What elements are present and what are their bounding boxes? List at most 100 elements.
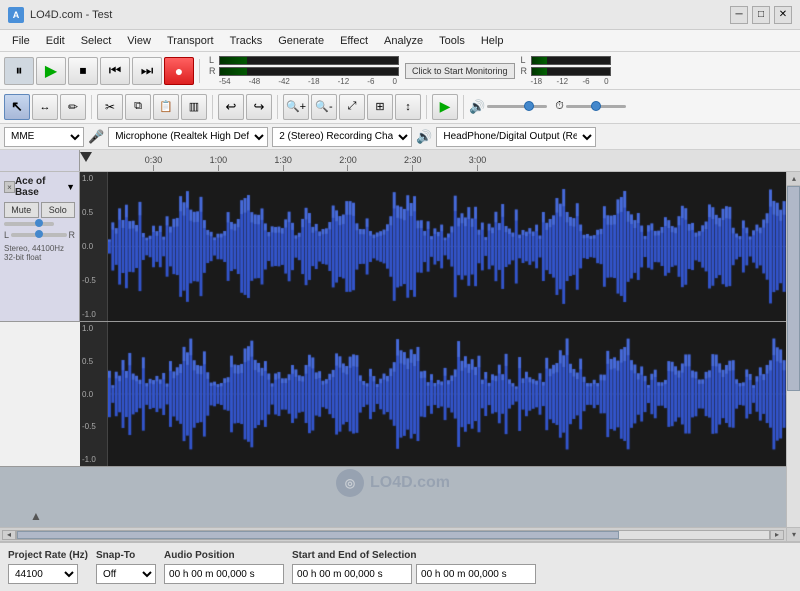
project-rate-select[interactable]: 44100	[8, 564, 78, 584]
tool-redo[interactable]: ↪	[246, 94, 272, 120]
mute-button[interactable]: Mute	[4, 202, 39, 218]
volume-knob[interactable]	[524, 101, 534, 111]
menu-file[interactable]: File	[4, 33, 38, 49]
vscroll-bar[interactable]	[787, 186, 800, 527]
tool-zoom-out[interactable]: 🔍-	[311, 94, 337, 120]
scroll-left-arrow[interactable]: ◂	[2, 530, 16, 540]
hscroll-bar[interactable]	[16, 530, 770, 540]
channels-select[interactable]: 2 (Stereo) Recording Char	[272, 127, 412, 147]
tool-fit-proj[interactable]: ⤢	[339, 94, 365, 120]
waveform-area-bottom: 1.0 0.5 0.0 -0.5 -1.0	[80, 322, 786, 466]
menu-edit[interactable]: Edit	[38, 33, 73, 49]
menu-generate[interactable]: Generate	[270, 33, 332, 49]
window-controls: ─ □ ✕	[730, 6, 792, 24]
audio-pos-input[interactable]	[164, 564, 284, 584]
menu-tracks[interactable]: Tracks	[222, 33, 271, 49]
sep3	[212, 95, 213, 119]
out-meter-row-R: R	[521, 66, 611, 76]
stop-button[interactable]: ⏹	[68, 57, 98, 85]
menu-select[interactable]: Select	[73, 33, 120, 49]
menu-tools[interactable]: Tools	[431, 33, 473, 49]
api-select[interactable]: MME	[4, 127, 84, 147]
gain-slider[interactable]	[4, 222, 54, 226]
track-info: Stereo, 44100Hz 32-bit float	[4, 244, 75, 262]
tool-zoom-tog[interactable]: ↕	[395, 94, 421, 120]
scroll-right-arrow[interactable]: ▸	[770, 530, 784, 540]
waveform-canvas-bottom[interactable]	[108, 322, 786, 466]
tool-select[interactable]: ↔	[32, 94, 58, 120]
pan-knob[interactable]	[35, 230, 43, 238]
project-rate-group: Project Rate (Hz) 44100	[8, 550, 88, 584]
tool-cursor[interactable]: ↖	[4, 94, 30, 120]
level-meter-right	[219, 67, 399, 76]
menu-view[interactable]: View	[119, 33, 159, 49]
play-button[interactable]: ▶	[36, 57, 66, 85]
record-button[interactable]: ●	[164, 57, 194, 85]
meter-row-left: L	[209, 55, 399, 65]
app-icon: A	[8, 7, 24, 23]
ruler-marks-area: 0:30 1:00 1:30 2:00 2:30 3:00	[80, 150, 800, 171]
main-workspace: 0:30 1:00 1:30 2:00 2:30 3:00	[0, 150, 800, 541]
track-menu-btn[interactable]: ▼	[66, 182, 75, 192]
audio-pos-group: Audio Position	[164, 550, 284, 584]
tool-copy[interactable]: ⧉	[125, 94, 151, 120]
ruler-mark-3m: 3:00	[469, 155, 487, 171]
tool-cut[interactable]: ✂	[97, 94, 123, 120]
track-name-row: × Ace of Base ▼	[4, 176, 75, 198]
collapse-button[interactable]: ▲	[30, 509, 42, 523]
menu-transport[interactable]: Transport	[159, 33, 222, 49]
tool-paste[interactable]: 📋	[153, 94, 179, 120]
tool-trim[interactable]: ▥	[181, 94, 207, 120]
output-select[interactable]: HeadPhone/Digital Output (Realt	[436, 127, 596, 147]
waveform-canvas-top[interactable]	[108, 172, 786, 321]
tool-draw[interactable]: ✏	[60, 94, 86, 120]
waveform-bottom-canvas[interactable]	[108, 322, 786, 466]
vscroll-thumb[interactable]	[787, 186, 800, 391]
out-scale: -18 -12 -6 0	[521, 77, 609, 86]
tool-zoom-in[interactable]: 🔍+	[283, 94, 309, 120]
menu-effect[interactable]: Effect	[332, 33, 376, 49]
track-top: × Ace of Base ▼ Mute Solo L	[0, 172, 786, 322]
out-meter-left	[531, 56, 611, 65]
out-meter-row-L: L	[521, 55, 611, 65]
gain-knob[interactable]	[35, 219, 43, 227]
tool-play-short[interactable]: ▶	[432, 94, 458, 120]
tool-undo[interactable]: ↩	[218, 94, 244, 120]
skip-fwd-button[interactable]: ⏭	[132, 57, 162, 85]
pan-slider[interactable]	[11, 233, 66, 237]
volume-slider[interactable]	[487, 105, 547, 108]
ruler-mark-30s: 0:30	[145, 155, 163, 171]
waveform-area-top: 1.0 0.5 0.0 -0.5 -1.0	[80, 172, 786, 321]
tool-fit-sel[interactable]: ⊞	[367, 94, 393, 120]
scroll-up-arrow[interactable]: ▴	[787, 172, 800, 186]
close-button[interactable]: ✕	[774, 6, 792, 24]
track-close-btn[interactable]: ×	[4, 181, 15, 193]
pan-row: L R	[4, 230, 75, 240]
transport-toolbar: ⏸ ▶ ⏹ ⏮ ⏭ ● L R -54 -48 -42 -18 -12 -6 0…	[0, 52, 800, 90]
track-controls-top: × Ace of Base ▼ Mute Solo L	[0, 172, 80, 321]
pause-button[interactable]: ⏸	[4, 57, 34, 85]
speed-icon: ⏱	[555, 100, 564, 113]
menu-analyze[interactable]: Analyze	[376, 33, 431, 49]
menu-help[interactable]: Help	[473, 33, 512, 49]
solo-button[interactable]: Solo	[41, 202, 76, 218]
maximize-button[interactable]: □	[752, 6, 770, 24]
pan-right-label: R	[69, 230, 76, 240]
minimize-button[interactable]: ─	[730, 6, 748, 24]
microphone-select[interactable]: Microphone (Realtek High Defini	[108, 127, 268, 147]
meter-scale: -54 -48 -42 -18 -12 -6 0	[209, 77, 397, 86]
skip-back-button[interactable]: ⏮	[100, 57, 130, 85]
hscroll-thumb[interactable]	[17, 531, 619, 539]
watermark-icon: ◎	[336, 469, 364, 497]
mic-icon: 🎤	[88, 129, 104, 145]
meter-label-L: L	[209, 55, 217, 65]
waveform-top-canvas[interactable]	[108, 172, 786, 321]
selection-start-input[interactable]	[292, 564, 412, 584]
scroll-down-arrow[interactable]: ▾	[787, 527, 800, 541]
monitor-button[interactable]: Click to Start Monitoring	[405, 63, 515, 79]
audio-pos-label: Audio Position	[164, 550, 284, 561]
selection-end-input[interactable]	[416, 564, 536, 584]
snap-to-select[interactable]: Off	[96, 564, 156, 584]
speed-slider[interactable]	[566, 105, 626, 108]
speed-knob[interactable]	[591, 101, 601, 111]
